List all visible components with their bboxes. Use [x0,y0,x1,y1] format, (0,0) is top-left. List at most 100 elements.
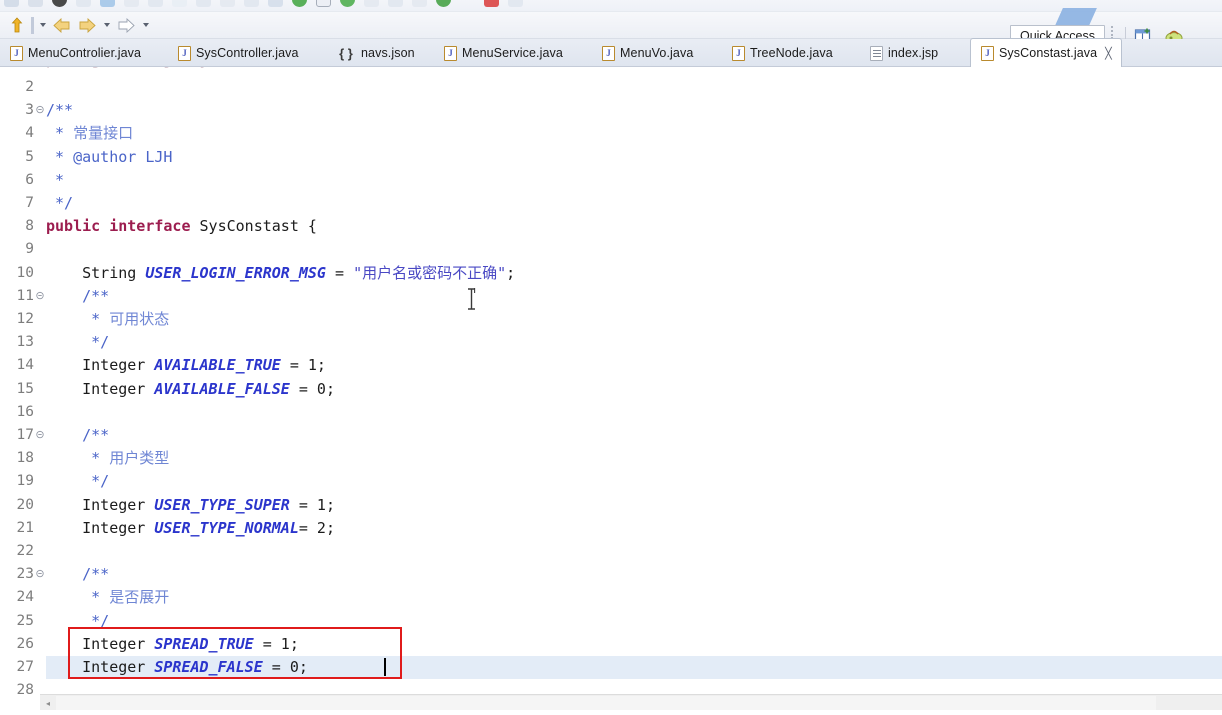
profile-icon[interactable] [244,0,259,7]
editor-tab-sysconstast-java[interactable]: J SysConstast.java ╳ [970,38,1122,67]
externaltools-icon[interactable] [196,0,211,7]
run-icon[interactable] [6,15,28,35]
code-editor[interactable]: package com.ljh.sys; 23⊝4567891011⊝12131… [0,67,1222,694]
code-line[interactable]: */ [46,331,1222,354]
forward-dropdown-icon[interactable] [101,15,112,35]
code-token-cmt-cn: 常量接口 [73,124,134,143]
code-line[interactable]: /** [46,563,1222,586]
code-line[interactable]: /** [46,99,1222,122]
code-token-plain: = 2; [298,518,335,537]
publish-icon[interactable] [364,0,379,7]
back-icon[interactable] [51,15,73,35]
code-line[interactable]: */ [46,470,1222,493]
line-number: 16 [16,403,34,420]
code-line[interactable] [46,401,1222,424]
code-token-cmt: /** [46,101,74,120]
run-as-icon[interactable] [436,0,451,7]
line-number: 18 [16,450,34,467]
code-line[interactable]: */ [46,192,1222,215]
next-annotation-icon[interactable] [115,15,137,35]
horizontal-scrollbar[interactable]: ◂ [40,694,1222,710]
print-icon[interactable] [52,0,67,7]
editor-tab-menuservice-java[interactable]: J MenuService.java [434,39,584,67]
eclipse-ide-window: Quick Access J MenuControlier.java J SysCon… [0,0,1222,715]
terminal-icon[interactable] [316,0,331,7]
start-server-icon[interactable] [340,0,355,7]
refresh-icon[interactable] [388,0,403,7]
editor-tab-treenode-java[interactable]: J TreeNode.java [722,39,852,67]
code-line[interactable] [46,540,1222,563]
forward-icon[interactable] [76,15,98,35]
code-line[interactable]: public interface SysConstast { [46,215,1222,238]
stop-icon[interactable] [484,0,499,7]
code-line[interactable] [46,238,1222,261]
scrollbar-thumb[interactable] [56,696,1156,710]
code-line[interactable]: Integer AVAILABLE_TRUE = 1; [46,354,1222,377]
new-icon[interactable] [76,0,91,7]
next-annotation-dropdown-icon[interactable] [140,15,151,35]
toolbar-nav-icons [6,15,151,35]
code-text-area[interactable]: /** * 常量接口 * @author LJH * */ public inte… [46,67,1222,694]
editor-tab-index-jsp[interactable]: index.jsp [860,39,962,67]
java-file-icon: J [732,45,745,61]
toolbar-divider [31,16,34,34]
code-line[interactable]: * @author LJH [46,146,1222,169]
code-token-const: SPREAD_FALSE [154,658,263,676]
code-line[interactable] [46,76,1222,99]
code-token-cmt: /** [46,565,110,584]
code-token-cmt: * [46,170,65,189]
code-line[interactable]: Integer USER_TYPE_SUPER = 1; [46,494,1222,517]
code-token-str: "用户名或密码不正确" [353,263,507,282]
server-icon[interactable] [268,0,283,7]
code-fold-toggle-icon[interactable]: ⊝ [35,285,45,308]
java-file-icon: J [178,45,191,61]
folder-icon[interactable] [100,0,115,7]
code-line[interactable]: * 是否展开 [46,586,1222,609]
code-token-plain: Integer [46,518,155,537]
validate-icon[interactable] [412,0,427,7]
code-line[interactable]: * [46,169,1222,192]
editor-tab-menucontrolier-java[interactable]: J MenuControlier.java [0,39,160,67]
editor-tab-syscontroller-java[interactable]: J SysController.java [168,39,318,67]
java-file-icon: J [10,45,23,61]
line-number: 12 [16,311,34,327]
scroll-left-arrow-icon[interactable]: ◂ [40,695,56,711]
code-line[interactable]: Integer USER_TYPE_NORMAL= 2; [46,517,1222,540]
code-line[interactable]: Integer SPREAD_TRUE = 1; [46,633,1222,656]
code-line[interactable]: Integer AVAILABLE_FALSE = 0; [46,378,1222,401]
save-icon[interactable] [4,0,19,7]
editor-tab-navs-json[interactable]: { } navs.json [326,39,426,67]
code-fold-toggle-icon[interactable]: ⊝ [35,424,45,447]
build-icon[interactable] [172,0,187,7]
code-line[interactable] [46,679,1222,694]
save-all-icon[interactable] [28,0,43,7]
code-token-plain: = [325,263,354,282]
coverage-icon[interactable] [220,0,235,7]
run-green-icon[interactable] [292,0,307,7]
more-icon[interactable] [508,0,523,7]
code-line[interactable]: * 常量接口 [46,122,1222,145]
code-line[interactable]: /** [46,424,1222,447]
code-line[interactable]: * 可用状态 [46,308,1222,331]
code-line[interactable]: String USER_LOGIN_ERROR_MSG = "用户名或密码不正确… [46,262,1222,285]
code-token-plain: = 0; [289,379,335,398]
run-dropdown-icon[interactable] [37,15,48,35]
code-line[interactable]: * 用户类型 [46,447,1222,470]
code-token-cmt-cn: 是否展开 [109,588,170,607]
code-line[interactable]: /** [46,285,1222,308]
line-number: 15 [16,380,34,397]
line-number: 2 [25,79,34,95]
editor-tab-label: SysController.java [196,46,299,60]
code-fold-toggle-icon[interactable]: ⊝ [35,99,45,122]
editor-tab-label: navs.json [361,46,415,60]
editor-tab-menuvo-java[interactable]: J MenuVo.java [592,39,714,67]
code-line[interactable]: */ [46,610,1222,633]
search-icon[interactable] [148,0,163,7]
code-line[interactable]: Integer SPREAD_FALSE = 0; [46,656,1222,679]
java-file-icon: J [602,45,615,61]
text-caret [384,658,386,677]
code-fold-toggle-icon[interactable]: ⊝ [35,563,45,586]
debug-icon[interactable] [124,0,139,7]
code-token-plain: = 1; [289,495,335,514]
editor-tab-close-icon[interactable]: ╳ [1105,47,1112,60]
